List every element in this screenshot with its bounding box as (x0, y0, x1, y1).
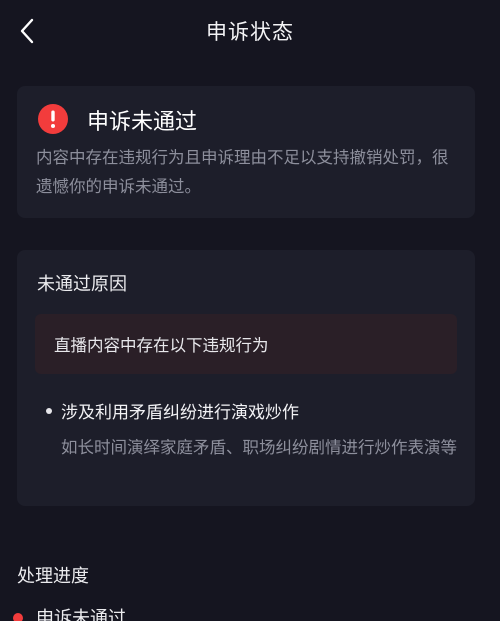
violation-item-description: 如长时间演绎家庭矛盾、职场纠纷剧情进行炒作表演等 (61, 438, 457, 457)
progress-step-label: 申诉未通过 (36, 608, 126, 621)
violation-summary-box: 直播内容中存在以下违规行为 (35, 314, 457, 374)
alert-circle-icon (38, 104, 68, 134)
status-title: 申诉未通过 (87, 110, 198, 135)
status-card: 申诉未通过 内容中存在违规行为且申诉理由不足以支持撤销处罚，很遗憾你的申诉未通过… (17, 86, 475, 218)
violation-summary-text: 直播内容中存在以下违规行为 (54, 336, 269, 355)
status-description: 内容中存在违规行为且申诉理由不足以支持撤销处罚，很遗憾你的申诉未通过。 (36, 148, 449, 196)
progress-heading: 处理进度 (17, 566, 89, 587)
progress-step-dot (13, 613, 23, 621)
nav-bar: 申诉状态 (0, 0, 500, 62)
bullet-dot (46, 408, 52, 414)
violation-item-title: 涉及利用矛盾纠纷进行演戏炒作 (61, 403, 299, 423)
rejection-reason-card: 未通过原因 直播内容中存在以下违规行为 涉及利用矛盾纠纷进行演戏炒作 如长时间演… (17, 250, 475, 506)
appeal-status-screen: 申诉状态 申诉未通过 内容中存在违规行为且申诉理由不足以支持撤销处罚，很遗憾你的… (0, 0, 500, 621)
page-title: 申诉状态 (206, 20, 294, 44)
reason-heading: 未通过原因 (37, 274, 127, 295)
